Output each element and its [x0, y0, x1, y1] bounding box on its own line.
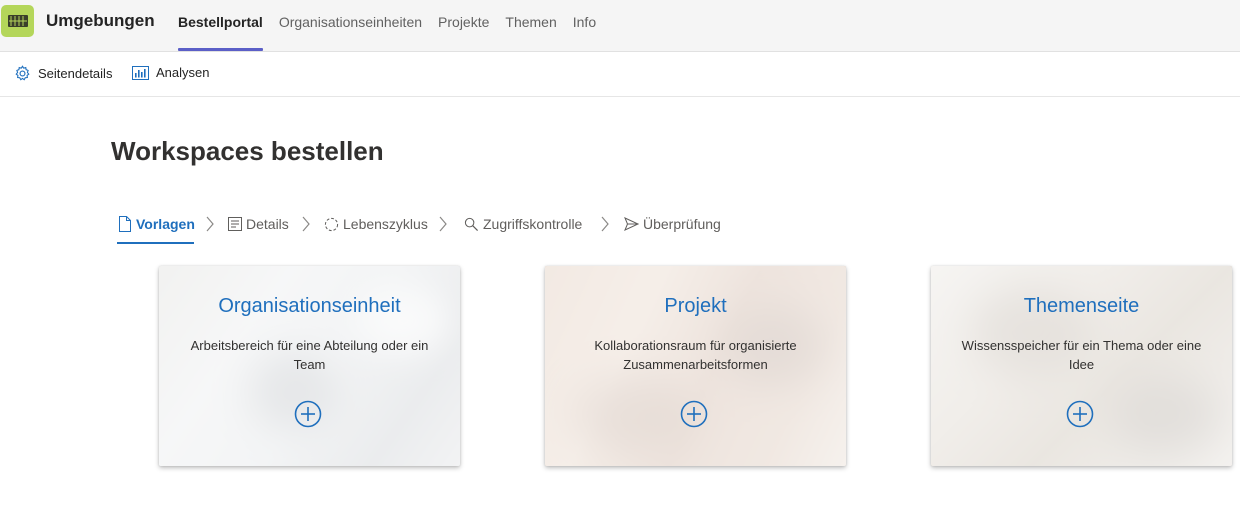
add-circle-icon[interactable] [1066, 400, 1094, 428]
chevron-right-icon [206, 216, 214, 232]
app-header: Umgebungen Bestellportal Organisationsei… [0, 0, 1240, 52]
app-logo[interactable] [1, 5, 34, 37]
card-description: Kollaborationsraum für organisierte Zusa… [594, 338, 797, 372]
nav-tab-bestellportal[interactable]: Bestellportal [178, 0, 263, 52]
send-icon [624, 217, 639, 231]
step-zugriffskontrolle[interactable]: Zugriffskontrolle [464, 214, 582, 234]
page-details-label: Seitendetails [38, 66, 113, 81]
cycle-icon [324, 217, 339, 231]
card-description: Wissensspeicher für ein Thema oder eine … [961, 338, 1202, 372]
step-vorlagen[interactable]: Vorlagen [118, 214, 195, 234]
page-title: Workspaces bestellen [111, 136, 384, 166]
step-details[interactable]: Details [228, 214, 289, 234]
document-icon [119, 216, 131, 232]
step-ueberpruefung[interactable]: Überprüfung [624, 214, 721, 234]
form-icon [228, 217, 242, 231]
nav-tab-themen[interactable]: Themen [505, 0, 556, 52]
app-logo-icon [7, 15, 28, 27]
app-title: Umgebungen [46, 11, 155, 30]
page-details-button[interactable]: Seitendetails [14, 65, 112, 82]
chevron-right-icon [601, 216, 609, 232]
gear-icon [15, 65, 30, 81]
card-description: Arbeitsbereich für eine Abteilung oder e… [190, 338, 429, 372]
command-bar: Seitendetails Analysen [0, 52, 1240, 97]
card-title: Organisationseinheit [218, 295, 401, 317]
chevron-right-icon [302, 216, 310, 232]
chevron-right-icon [439, 216, 447, 232]
step-label: Vorlagen [136, 216, 195, 232]
nav-tab-projekte[interactable]: Projekte [438, 0, 489, 52]
step-label: Details [246, 216, 289, 232]
key-search-icon [464, 217, 479, 231]
template-card-themenseite[interactable]: Themenseite Wissensspeicher für ein Them… [931, 266, 1232, 466]
analytics-label: Analysen [156, 65, 210, 80]
template-card-organisationseinheit[interactable]: Organisationseinheit Arbeitsbereich für … [159, 266, 460, 466]
nav-tab-info[interactable]: Info [573, 0, 596, 52]
step-active-indicator [117, 242, 194, 244]
template-card-projekt[interactable]: Projekt Kollaborationsraum für organisie… [545, 266, 846, 466]
analytics-button[interactable]: Analysen [132, 65, 209, 80]
chart-icon [132, 65, 149, 80]
nav-tab-organisationseinheiten[interactable]: Organisationseinheiten [279, 0, 422, 52]
card-title: Projekt [664, 295, 727, 317]
step-label: Zugriffskontrolle [483, 216, 583, 232]
step-label: Lebenszyklus [343, 216, 428, 232]
top-nav: Bestellportal Organisationseinheiten Pro… [178, 0, 612, 52]
card-title: Themenseite [1023, 295, 1140, 317]
add-circle-icon[interactable] [294, 400, 322, 428]
step-label: Überprüfung [643, 216, 721, 232]
step-lebenszyklus[interactable]: Lebenszyklus [324, 214, 428, 234]
add-circle-icon[interactable] [680, 400, 708, 428]
